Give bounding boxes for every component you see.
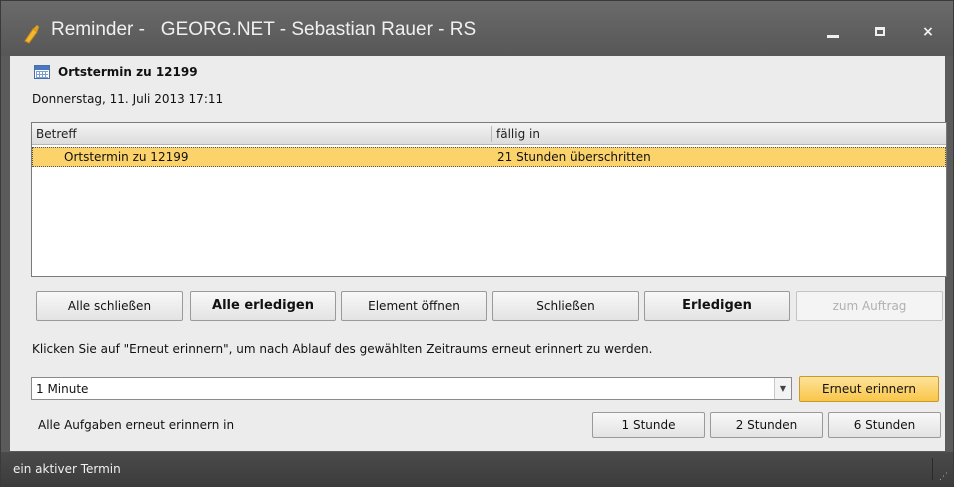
close-window-button[interactable]: × xyxy=(911,21,945,43)
to-order-button[interactable]: zum Auftrag xyxy=(796,291,943,321)
close-icon: × xyxy=(922,24,934,40)
open-item-button[interactable]: Element öffnen xyxy=(341,291,487,321)
list-item-due: 21 Stunden überschritten xyxy=(497,150,651,164)
list-item-subject: Ortstermin zu 12199 xyxy=(64,150,189,164)
maximize-button[interactable] xyxy=(863,21,897,43)
resize-grip-icon[interactable]: ⋰ xyxy=(939,472,948,482)
snooze-interval-select[interactable]: 1 Minute ▼ xyxy=(31,377,792,400)
snooze-button[interactable]: Erneut erinnern xyxy=(799,376,939,402)
status-separator xyxy=(932,458,933,480)
column-header-due[interactable]: fällig in xyxy=(491,126,540,142)
complete-all-button[interactable]: Alle erledigen xyxy=(190,291,336,321)
reminder-content: Ortstermin zu 12199 Donnerstag, 11. Juli… xyxy=(10,56,947,451)
complete-button[interactable]: Erledigen xyxy=(644,291,790,321)
reminder-subject: Ortstermin zu 12199 xyxy=(58,65,198,79)
snooze-1-hour-button[interactable]: 1 Stunde xyxy=(592,412,705,438)
status-text: ein aktiver Termin xyxy=(13,462,121,476)
snooze-interval-value: 1 Minute xyxy=(36,382,89,396)
snooze-hint: Klicken Sie auf "Erneut erinnern", um na… xyxy=(32,342,653,356)
calendar-icon xyxy=(34,65,50,79)
column-header-subject[interactable]: Betreff xyxy=(36,127,77,141)
close-button[interactable]: Schließen xyxy=(492,291,639,321)
maximize-icon xyxy=(875,27,885,36)
minimize-button[interactable] xyxy=(816,21,850,43)
broom-icon xyxy=(24,25,39,44)
reminder-datetime: Donnerstag, 11. Juli 2013 17:11 xyxy=(32,92,224,106)
reminder-window: Reminder - GEORG.NET - Sebastian Rauer -… xyxy=(0,0,954,487)
snooze-2-hours-button[interactable]: 2 Stunden xyxy=(710,412,823,438)
title-bar[interactable]: Reminder - GEORG.NET - Sebastian Rauer -… xyxy=(1,1,953,56)
snooze-6-hours-button[interactable]: 6 Stunden xyxy=(828,412,941,438)
minimize-icon xyxy=(827,35,839,38)
list-header: Betreff fällig in xyxy=(32,123,946,145)
status-bar: ein aktiver Termin ⋰ xyxy=(1,452,953,486)
close-all-button[interactable]: Alle schließen xyxy=(36,291,183,321)
list-item[interactable]: Ortstermin zu 12199 21 Stunden überschri… xyxy=(32,147,946,167)
reminder-list[interactable]: Betreff fällig in Ortstermin zu 12199 21… xyxy=(31,122,947,277)
snooze-all-label: Alle Aufgaben erneut erinnern in xyxy=(38,418,235,432)
chevron-down-icon[interactable]: ▼ xyxy=(774,378,791,399)
window-title: Reminder - GEORG.NET - Sebastian Rauer -… xyxy=(51,19,477,40)
